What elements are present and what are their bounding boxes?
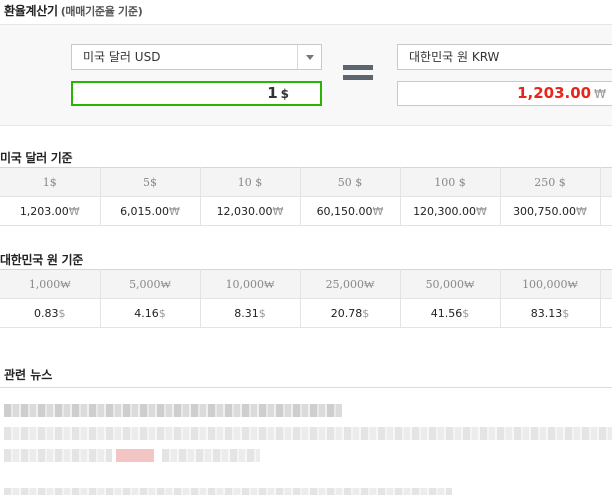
to-currency-select[interactable]: 대한민국 원 KRW <box>397 44 612 70</box>
krw-table-title: 대한민국 원 기준 <box>0 253 83 267</box>
usd-table-title: 미국 달러 기준 <box>0 151 73 165</box>
usd-value-cell: 60,150.00₩ <box>300 196 401 226</box>
krw-header-cell: 5,000₩ <box>100 269 201 299</box>
blurred-news-snippet <box>4 427 612 440</box>
krw-header-cell: 1,000₩ <box>0 269 101 299</box>
krw-value-spacer <box>600 298 612 328</box>
krw-value-cell: 20.78$ <box>300 298 401 328</box>
from-amount-unit: $ <box>280 87 289 101</box>
value-number: 12,030.00 <box>216 204 273 218</box>
usd-value-cell: 300,750.00₩ <box>500 196 601 226</box>
value-unit: ₩ <box>476 204 487 218</box>
value-number: 20.78 <box>330 306 363 320</box>
usd-value-cell: 120,300.00₩ <box>400 196 501 226</box>
value-unit: $ <box>158 306 166 320</box>
value-unit: ₩ <box>576 204 587 218</box>
usd-value-cell: 1,203.00₩ <box>0 196 101 226</box>
calculator-panel <box>0 24 612 126</box>
krw-header-cell: 100,000₩ <box>500 269 601 299</box>
calculator-subtitle: (매매기준율 기준) <box>60 5 143 18</box>
krw-header-cell: 10,000₩ <box>200 269 301 299</box>
value-number: 0.83 <box>34 306 59 320</box>
blurred-news-source <box>4 449 112 462</box>
from-amount-value: 1 <box>267 84 278 102</box>
value-unit: $ <box>258 306 266 320</box>
krw-value-cell: 0.83$ <box>0 298 101 328</box>
value-number: 6,015.00 <box>120 204 170 218</box>
usd-header-spacer <box>600 167 612 197</box>
value-unit: $ <box>58 306 66 320</box>
krw-header-spacer <box>600 269 612 299</box>
value-unit: $ <box>462 306 470 320</box>
usd-header-cell: 5$ <box>100 167 201 197</box>
usd-header-cell: 50 $ <box>300 167 401 197</box>
value-number: 300,750.00 <box>513 204 577 218</box>
value-number: 60,150.00 <box>316 204 373 218</box>
calculator-title: 환율계산기 (매매기준율 기준) <box>4 2 143 19</box>
krw-value-cell: 41.56$ <box>400 298 501 328</box>
value-unit: $ <box>362 306 370 320</box>
usd-value-spacer <box>600 196 612 226</box>
from-amount-input[interactable]: 1 $ <box>71 81 322 106</box>
equals-icon <box>343 65 373 81</box>
table-header-row: 1,000₩ 5,000₩ 10,000₩ 25,000₩ 50,000₩ 10… <box>0 269 612 299</box>
usd-header-cell: 250 $ <box>500 167 601 197</box>
to-amount-output[interactable]: 1,203.00 ₩ <box>397 81 612 106</box>
usd-rate-table: 1$ 5$ 10 $ 50 $ 100 $ 250 $ 1,203.00₩ 6,… <box>0 167 612 226</box>
value-number: 1,203.00 <box>19 204 69 218</box>
to-currency-label: 대한민국 원 KRW <box>409 50 500 64</box>
value-unit: ₩ <box>272 204 284 218</box>
value-unit: $ <box>562 306 570 320</box>
value-number: 41.56 <box>430 306 463 320</box>
from-currency-label: 미국 달러 USD <box>83 50 161 64</box>
value-unit: ₩ <box>372 204 384 218</box>
value-unit: ₩ <box>169 204 180 218</box>
blurred-news-date <box>162 449 260 462</box>
calculator-title-text: 환율계산기 <box>4 4 58 18</box>
usd-header-cell: 100 $ <box>400 167 501 197</box>
blurred-news-tag <box>116 449 154 462</box>
blurred-news-headline[interactable] <box>4 404 342 417</box>
value-number: 4.16 <box>134 306 159 320</box>
krw-value-cell: 8.31$ <box>200 298 301 328</box>
usd-value-cell: 6,015.00₩ <box>100 196 201 226</box>
value-number: 120,300.00 <box>413 204 477 218</box>
usd-value-cell: 12,030.00₩ <box>200 196 301 226</box>
value-number: 8.31 <box>234 306 259 320</box>
table-row: 0.83$ 4.16$ 8.31$ 20.78$ 41.56$ 83.13$ <box>0 298 612 328</box>
krw-header-cell: 25,000₩ <box>300 269 401 299</box>
related-news-title: 관련 뉴스 <box>4 368 53 382</box>
krw-header-cell: 50,000₩ <box>400 269 501 299</box>
blurred-news-headline-2[interactable] <box>4 488 452 495</box>
usd-header-cell: 1$ <box>0 167 101 197</box>
chevron-down-icon[interactable] <box>297 45 321 69</box>
usd-header-cell: 10 $ <box>200 167 301 197</box>
krw-value-cell: 83.13$ <box>500 298 601 328</box>
krw-rate-table: 1,000₩ 5,000₩ 10,000₩ 25,000₩ 50,000₩ 10… <box>0 269 612 328</box>
table-header-row: 1$ 5$ 10 $ 50 $ 100 $ 250 $ <box>0 167 612 197</box>
krw-value-cell: 4.16$ <box>100 298 201 328</box>
table-row: 1,203.00₩ 6,015.00₩ 12,030.00₩ 60,150.00… <box>0 196 612 226</box>
to-amount-value: 1,203.00 <box>517 84 592 102</box>
to-amount-unit: ₩ <box>594 87 606 101</box>
from-currency-select[interactable]: 미국 달러 USD <box>71 44 322 70</box>
value-unit: ₩ <box>68 204 80 218</box>
news-divider <box>0 387 612 388</box>
value-number: 83.13 <box>530 306 563 320</box>
